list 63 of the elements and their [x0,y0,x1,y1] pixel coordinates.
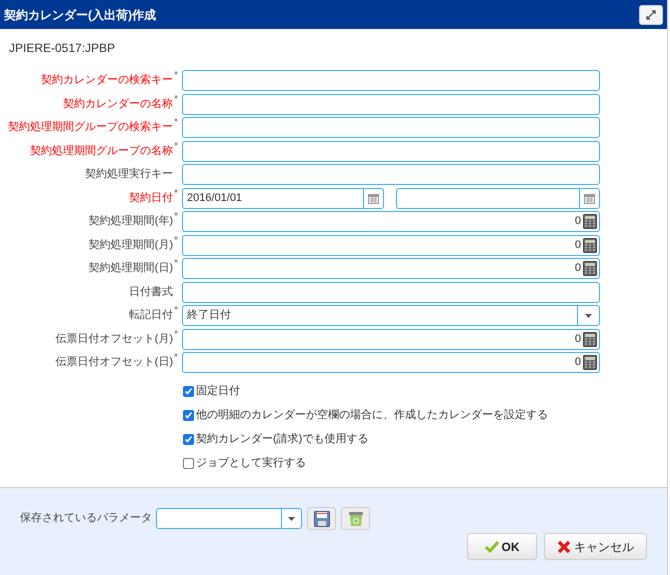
field-value: 0 [574,261,581,276]
field-label: 契約処理期間(日) [88,261,173,276]
field-value: 0 [574,332,581,347]
checkbox[interactable] [183,434,194,444]
delete-button[interactable] [341,507,370,530]
checkbox[interactable] [183,458,194,468]
expand-icon [646,10,656,20]
date-field[interactable] [396,188,600,208]
checkbox-label: 契約カレンダー(請求)でも使用する [196,432,368,447]
saved-parameters-label: 保存されているパラメータ [20,511,152,526]
field-label: 伝票日付オフセット(月) [56,332,173,347]
field-value: 0 [574,355,581,370]
field-label: 転記日付 [129,308,173,324]
field-label: 契約処理期間グループの検索キー [8,120,173,136]
caret-icon[interactable] [585,314,592,318]
field-value: 終了日付 [186,308,232,324]
text-field[interactable] [182,117,600,138]
field-value: 2016/01/01 [186,190,244,206]
calculator-icon[interactable] [583,355,597,370]
window-title: 契約カレンダー(入出荷)作成 [4,6,156,24]
checkbox-label: 固定日付 [196,384,240,399]
recycle-bin-icon [348,510,364,526]
field-label: 契約処理期間(年) [88,214,173,230]
number-field[interactable]: 0 [182,352,600,373]
maximize-button[interactable] [639,4,663,24]
calculator-icon[interactable] [583,238,597,252]
field-value: 0 [574,238,581,253]
text-field[interactable] [182,164,600,185]
field-label: 日付書式 [129,284,173,300]
cross-icon [557,540,571,554]
caret-icon[interactable] [288,516,295,520]
field-label: 契約カレンダーの検索キー [41,72,173,88]
checkbox[interactable] [183,386,194,396]
checkbox[interactable] [183,410,194,420]
field-value: 0 [574,214,581,230]
number-field[interactable]: 0 [182,234,600,256]
calculator-icon[interactable] [583,261,597,276]
field-label: 契約処理実行キー [85,166,173,182]
field-label: 契約処理期間グループの名称 [30,144,173,159]
checkbox-label: 他の明細のカレンダーが空欄の場合に、作成したカレンダーを設定する [196,408,548,423]
date-field[interactable]: 2016/01/01 [182,188,384,208]
calendar-icon[interactable] [584,192,595,204]
cancel-button[interactable]: キャンセル [544,533,647,560]
calculator-icon[interactable] [583,332,597,346]
number-field[interactable]: 0 [182,258,600,279]
text-field[interactable] [182,282,600,302]
field-label: 契約カレンダーの名称 [63,96,173,112]
text-field[interactable] [182,70,600,91]
calculator-icon[interactable] [583,214,597,229]
text-field[interactable] [182,140,600,162]
number-field[interactable]: 0 [182,328,600,350]
field-label: 伝票日付オフセット(日) [56,355,173,370]
field-label: 契約日付 [129,190,173,206]
process-id: JPIERE-0517:JPBP [8,40,116,57]
save-button[interactable] [307,507,336,530]
select-field[interactable]: 終了日付 [182,305,600,326]
number-field[interactable]: 0 [182,211,600,232]
ok-button[interactable]: OK [467,533,537,560]
checkmark-icon [484,540,498,552]
calendar-icon[interactable] [368,192,379,204]
field-label: 契約処理期間(月) [88,238,173,253]
checkbox-label: ジョブとして実行する [196,456,306,471]
text-field[interactable] [182,94,600,114]
